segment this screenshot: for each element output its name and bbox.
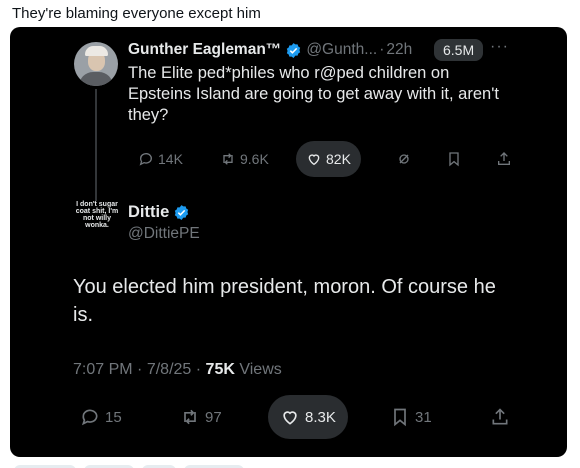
main-tweet-text: You elected him president, moron. Of cou… <box>73 276 496 326</box>
verified-badge-icon <box>175 205 189 220</box>
repost-icon <box>184 409 196 425</box>
avatar-text: I don't sugar coat shit, I'm not willy w… <box>75 201 119 229</box>
share-icon <box>498 152 510 165</box>
grok-icon <box>399 154 409 164</box>
reply-icon <box>139 153 152 166</box>
repost-button[interactable]: 97 <box>180 395 222 439</box>
like-count: 8.3K <box>305 408 336 426</box>
tweet-time[interactable]: 7:07 PM <box>73 361 133 378</box>
parent-timestamp[interactable]: 22h <box>386 41 412 59</box>
reaction-chips-strip <box>14 460 264 468</box>
parent-avatar[interactable] <box>74 42 118 86</box>
repost-count: 97 <box>205 408 222 426</box>
parent-handle[interactable]: @Gunth... <box>306 41 377 59</box>
grok-button[interactable] <box>396 141 416 177</box>
bookmark-button[interactable] <box>446 141 466 177</box>
like-icon <box>308 154 320 166</box>
main-author-name[interactable]: Dittie <box>128 203 169 222</box>
views-label: Views <box>239 361 282 378</box>
tweet-date[interactable]: 7/8/25 <box>147 361 191 378</box>
reply-button[interactable]: 14K <box>138 141 183 177</box>
meta-separator: · <box>137 361 143 378</box>
reply-count: 15 <box>105 408 122 426</box>
bookmark-icon <box>449 152 459 167</box>
separator-dot: · <box>379 41 385 58</box>
bookmark-button[interactable]: 31 <box>390 395 432 439</box>
meta-separator: · <box>195 361 202 378</box>
views-badge: 6.5M <box>434 39 484 61</box>
thread-line <box>95 89 97 201</box>
views-count: 75K <box>205 361 235 378</box>
more-options-icon[interactable]: ··· <box>490 38 509 56</box>
share-icon <box>492 408 508 425</box>
bookmark-count: 31 <box>415 408 432 426</box>
tweet-card[interactable]: Gunther Eagleman™ @Gunth... · 22h 6.5M ·… <box>10 27 567 457</box>
like-icon <box>283 411 297 425</box>
reply-button[interactable]: 15 <box>80 395 122 439</box>
share-button[interactable] <box>490 395 515 439</box>
post-caption: They're blaming everyone except him <box>12 5 261 22</box>
share-button[interactable] <box>496 141 516 177</box>
main-header: Dittie <box>128 203 190 222</box>
parent-action-bar: 14K 9.6K 82K <box>128 141 518 177</box>
repost-button[interactable]: 9.6K <box>220 141 269 177</box>
repost-icon <box>223 153 233 165</box>
reply-count: 14K <box>158 151 183 167</box>
verified-badge-icon <box>287 42 301 58</box>
parent-tweet-text: The Elite ped*philes who r@ped children … <box>128 64 499 124</box>
parent-author-name[interactable]: Gunther Eagleman™ <box>128 41 281 59</box>
like-count: 82K <box>326 151 351 167</box>
like-button[interactable]: 82K <box>296 141 361 177</box>
main-avatar[interactable]: I don't sugar coat shit, I'm not willy w… <box>74 201 120 247</box>
reply-icon <box>81 409 98 426</box>
like-button[interactable]: 8.3K <box>268 395 348 439</box>
tweet-meta: 7:07 PM · 7/8/25 · 75K Views <box>73 361 282 379</box>
main-handle[interactable]: @DittiePE <box>128 225 200 243</box>
repost-count: 9.6K <box>240 151 269 167</box>
bookmark-icon <box>394 408 406 427</box>
main-action-bar: 15 97 8.3K 31 <box>70 395 510 439</box>
parent-header: Gunther Eagleman™ @Gunth... · 22h <box>128 40 412 60</box>
